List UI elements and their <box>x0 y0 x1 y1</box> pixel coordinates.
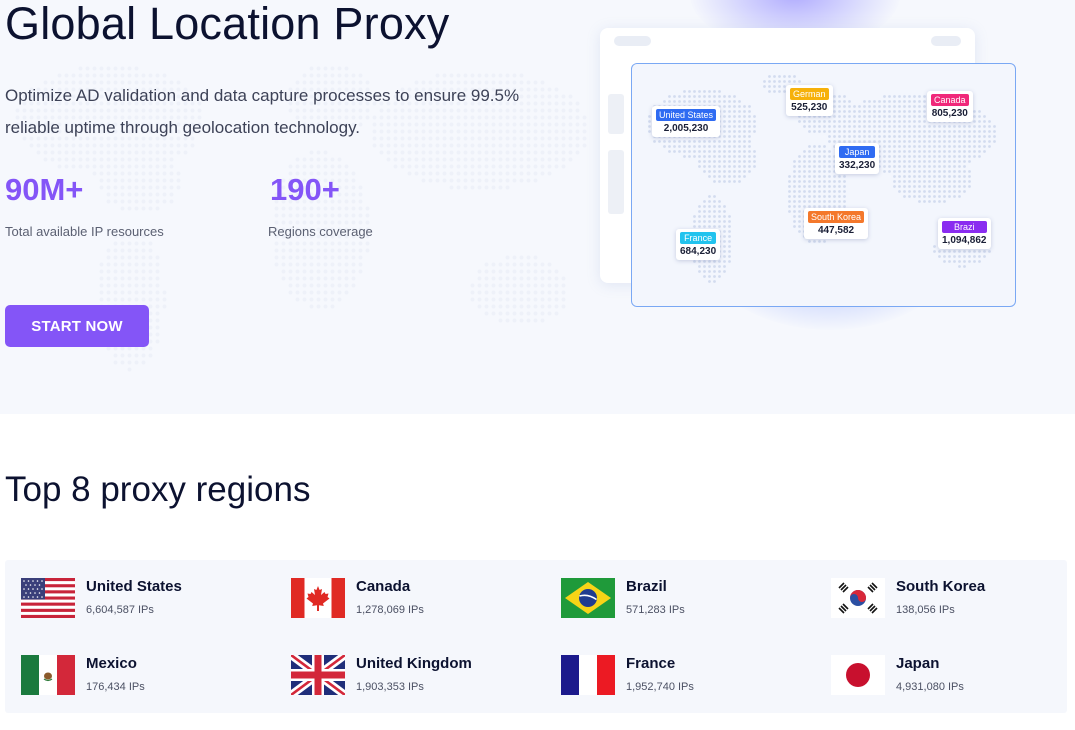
map-tag-count: 447,582 <box>817 225 855 236</box>
browser-bar <box>931 36 961 46</box>
regions-grid: United States 6,604,587 IPs Canada 1,278… <box>5 560 1067 713</box>
region-name: United States <box>86 578 182 595</box>
browser-sidebar-block <box>608 150 624 214</box>
region-name: Japan <box>896 655 940 672</box>
map-tag-label: France <box>680 232 717 244</box>
map-tag-united-states: United States 2,005,230 <box>652 106 721 137</box>
map-tag-label: Canada <box>931 94 969 106</box>
uk-flag-icon <box>291 655 345 695</box>
region-item-united-kingdom[interactable]: United Kingdom 1,903,353 IPs <box>291 653 541 699</box>
map-tag-label: South Korea <box>808 211 865 223</box>
region-name: South Korea <box>896 578 986 595</box>
region-name: France <box>626 655 676 672</box>
region-ip-count: 1,952,740 IPs <box>626 681 694 693</box>
browser-bar <box>614 36 651 46</box>
france-flag-icon <box>561 655 615 695</box>
region-item-united-states[interactable]: United States 6,604,587 IPs <box>21 576 271 622</box>
map-tag-count: 2,005,230 <box>663 123 709 134</box>
hero-description: Optimize AD validation and data capture … <box>5 86 520 137</box>
map-tag-label: Japan <box>839 146 876 158</box>
map-tag-canada: Canada 805,230 <box>927 91 973 122</box>
region-item-canada[interactable]: Canada 1,278,069 IPs <box>291 576 541 622</box>
japan-flag-icon <box>831 655 885 695</box>
map-tag-brazil: Brazi 1,094,862 <box>938 218 991 249</box>
region-ip-count: 1,903,353 IPs <box>356 681 424 693</box>
region-item-brazil[interactable]: Brazil 571,283 IPs <box>561 576 811 622</box>
region-name: United Kingdom <box>356 655 472 672</box>
map-tag-count: 684,230 <box>680 246 717 257</box>
region-name: Brazil <box>626 578 667 595</box>
stat-regions-value: 190+ <box>270 172 340 207</box>
region-ip-count: 176,434 IPs <box>86 681 145 693</box>
region-item-south-korea[interactable]: South Korea 138,056 IPs <box>831 576 1075 622</box>
map-tag-japan: Japan 332,230 <box>835 143 880 174</box>
canada-flag-icon <box>291 578 345 618</box>
section-title: Top 8 proxy regions <box>5 470 311 509</box>
region-ip-count: 138,056 IPs <box>896 604 955 616</box>
us-flag-icon <box>21 578 75 618</box>
map-tag-count: 805,230 <box>931 108 968 119</box>
region-item-japan[interactable]: Japan 4,931,080 IPs <box>831 653 1075 699</box>
map-tag-count: 332,230 <box>839 160 876 171</box>
mexico-flag-icon <box>21 655 75 695</box>
map-tag-label: Brazi <box>942 221 987 233</box>
start-now-button[interactable]: START NOW <box>5 305 149 347</box>
region-name: Mexico <box>86 655 137 672</box>
stat-regions-label: Regions coverage <box>268 224 373 239</box>
region-ip-count: 4,931,080 IPs <box>896 681 964 693</box>
region-item-mexico[interactable]: Mexico 176,434 IPs <box>21 653 271 699</box>
hero-section: Global Location Proxy Optimize AD valida… <box>0 0 1075 414</box>
browser-sidebar-block <box>608 94 624 134</box>
map-tag-count: 1,094,862 <box>942 235 987 246</box>
region-ip-count: 571,283 IPs <box>626 604 685 616</box>
page-title: Global Location Proxy <box>5 0 450 49</box>
south-korea-flag-icon <box>831 578 885 618</box>
map-tag-label: United States <box>656 109 717 121</box>
map-tag-south-korea: South Korea 447,582 <box>804 208 869 239</box>
map-tag-france: France 684,230 <box>676 229 721 260</box>
brazil-flag-icon <box>561 578 615 618</box>
region-ip-count: 1,278,069 IPs <box>356 604 424 616</box>
stat-ip-resources-label: Total available IP resources <box>5 224 164 239</box>
map-tag-count: 525,230 <box>791 102 828 113</box>
region-item-france[interactable]: France 1,952,740 IPs <box>561 653 811 699</box>
region-ip-count: 6,604,587 IPs <box>86 604 154 616</box>
region-name: Canada <box>356 578 411 595</box>
map-tag-label: German <box>790 88 829 100</box>
stat-ip-resources-value: 90M+ <box>5 172 84 207</box>
map-tag-german: German 525,230 <box>786 85 833 116</box>
